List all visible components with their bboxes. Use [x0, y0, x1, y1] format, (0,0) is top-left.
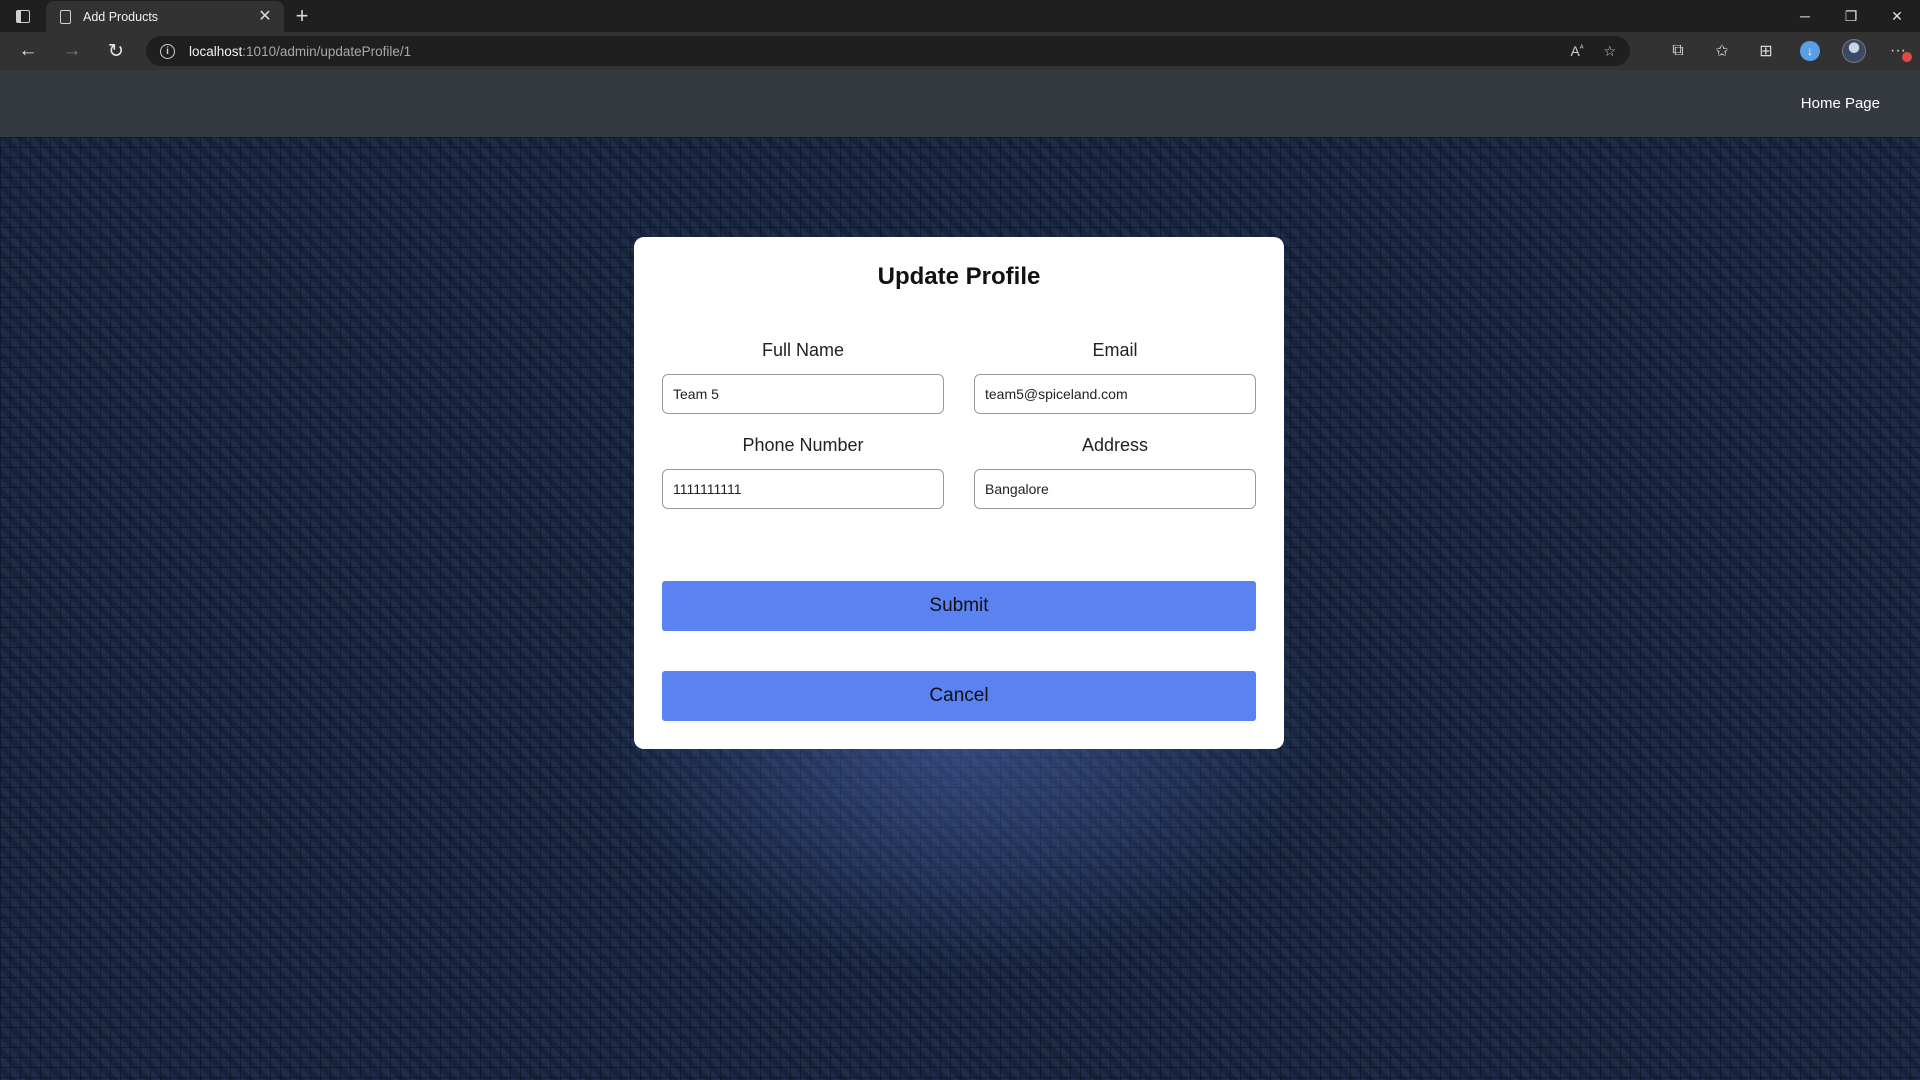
page-icon: [60, 9, 71, 24]
read-aloud-icon[interactable]: Aᴬ: [1570, 43, 1583, 59]
close-window-button[interactable]: ✕: [1874, 0, 1920, 32]
profile-button[interactable]: [1832, 32, 1876, 70]
forward-icon[interactable]: →: [50, 32, 94, 70]
close-icon[interactable]: ✕: [256, 8, 274, 25]
url-host: localhost: [189, 43, 243, 59]
full-name-group: Full Name: [662, 340, 944, 414]
form-title: Update Profile: [877, 263, 1041, 290]
restore-button[interactable]: ❐: [1828, 0, 1874, 32]
extensions-icon[interactable]: ⧉: [1656, 32, 1700, 70]
minimize-button[interactable]: ─: [1782, 0, 1828, 32]
address-label: Address: [1081, 435, 1149, 455]
email-group: Email: [974, 340, 1256, 414]
favorite-icon[interactable]: ☆: [1603, 43, 1616, 60]
back-icon[interactable]: ←: [6, 32, 50, 70]
phone-label: Phone Number: [742, 435, 864, 455]
notification-badge: [1902, 52, 1912, 62]
favorites-icon[interactable]: ✩: [1700, 32, 1744, 70]
more-icon[interactable]: ···: [1876, 32, 1920, 70]
download-button[interactable]: ↓: [1788, 32, 1832, 70]
collections-icon[interactable]: ⊞: [1744, 32, 1788, 70]
site-navbar: Home Page: [0, 70, 1920, 137]
info-icon[interactable]: i: [160, 43, 175, 59]
profile-avatar: [1842, 39, 1866, 63]
full-name-label: Full Name: [761, 340, 845, 360]
full-name-input[interactable]: [662, 374, 944, 414]
web-page: Home Page Update Profile Full Name Email…: [0, 70, 1920, 1080]
email-input[interactable]: [974, 374, 1256, 414]
address-bar[interactable]: i localhost:1010/admin/updateProfile/1 A…: [146, 36, 1630, 66]
browser-toolbar: ← → ↻ i localhost:1010/admin/updateProfi…: [0, 32, 1920, 70]
window-controls: ─ ❐ ✕: [1782, 0, 1920, 32]
submit-button[interactable]: Submit: [662, 581, 1256, 631]
home-page-link[interactable]: Home Page: [1801, 95, 1880, 112]
email-label: Email: [1092, 340, 1138, 360]
plus-icon[interactable]: +: [284, 0, 320, 32]
phone-group: Phone Number: [662, 435, 944, 509]
address-input[interactable]: [974, 469, 1256, 509]
tab-actions-button[interactable]: [0, 0, 46, 32]
browser-tab-bar: Add Products ✕ + ─ ❐ ✕: [0, 0, 1920, 32]
download-icon: ↓: [1800, 41, 1820, 61]
tab-actions-icon: [16, 9, 30, 23]
cancel-button[interactable]: Cancel: [662, 671, 1256, 721]
refresh-icon[interactable]: ↻: [94, 32, 138, 70]
browser-tab[interactable]: Add Products ✕: [46, 1, 284, 32]
tab-title: Add Products: [83, 9, 159, 24]
update-profile-card: Update Profile Full Name Email Phone Num…: [634, 237, 1284, 749]
url-path: :1010/admin/updateProfile/1: [242, 43, 412, 59]
phone-input[interactable]: [662, 469, 944, 509]
address-group: Address: [974, 435, 1256, 509]
